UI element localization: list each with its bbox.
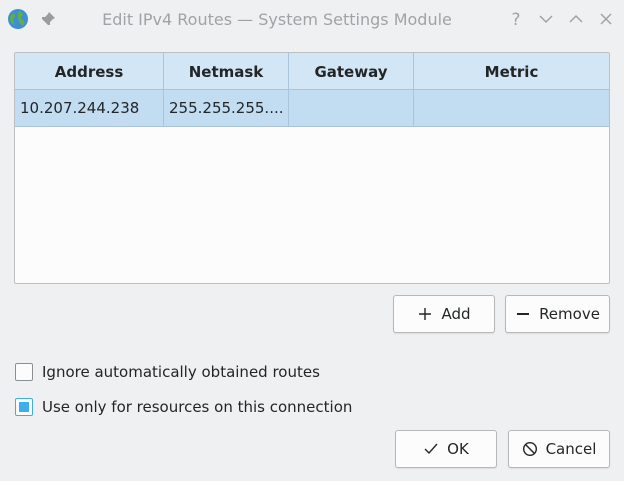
globe-icon	[8, 9, 28, 29]
cancel-button[interactable]: Cancel	[508, 430, 610, 468]
routes-table[interactable]: Address Netmask Gateway Metric 10.207.24…	[14, 52, 610, 284]
column-header-address[interactable]: Address	[15, 53, 164, 89]
use-only-for-resources-checkbox[interactable]	[15, 398, 33, 416]
chevron-down-icon[interactable]	[536, 9, 556, 29]
add-button-label: Add	[441, 305, 471, 323]
remove-button-label: Remove	[539, 305, 600, 323]
cell-address[interactable]: 10.207.244.238	[15, 90, 164, 126]
column-header-netmask[interactable]: Netmask	[164, 53, 289, 89]
ignore-auto-routes-label[interactable]: Ignore automatically obtained routes	[42, 363, 320, 381]
ignore-auto-routes-option[interactable]: Ignore automatically obtained routes	[15, 361, 320, 383]
cell-gateway[interactable]	[289, 90, 414, 126]
ok-button[interactable]: OK	[395, 430, 497, 468]
remove-button[interactable]: Remove	[505, 295, 610, 333]
table-header: Address Netmask Gateway Metric	[15, 53, 609, 90]
pin-icon[interactable]	[39, 10, 57, 28]
use-only-for-resources-option[interactable]: Use only for resources on this connectio…	[15, 396, 352, 418]
cell-metric[interactable]	[414, 90, 609, 126]
column-header-metric[interactable]: Metric	[414, 53, 609, 89]
title-bar[interactable]: Edit IPv4 Routes — System Settings Modul…	[0, 0, 624, 38]
ignore-auto-routes-checkbox[interactable]	[15, 363, 33, 381]
cancel-icon	[522, 441, 537, 457]
use-only-for-resources-label[interactable]: Use only for resources on this connectio…	[42, 398, 352, 416]
close-icon[interactable]	[596, 9, 616, 29]
add-button[interactable]: Add	[393, 295, 495, 333]
ok-button-label: OK	[447, 440, 469, 458]
cell-netmask[interactable]: 255.255.255....	[164, 90, 289, 126]
checkmark-icon	[424, 443, 438, 455]
table-row[interactable]: 10.207.244.238 255.255.255....	[15, 90, 609, 127]
chevron-up-icon[interactable]	[566, 9, 586, 29]
plus-icon	[419, 308, 432, 320]
help-icon[interactable]: ?	[506, 9, 526, 29]
cancel-button-label: Cancel	[545, 440, 597, 458]
window-title: Edit IPv4 Routes — System Settings Modul…	[102, 10, 452, 29]
svg-text:?: ?	[511, 10, 520, 29]
minus-icon	[517, 313, 530, 315]
column-header-gateway[interactable]: Gateway	[289, 53, 414, 89]
